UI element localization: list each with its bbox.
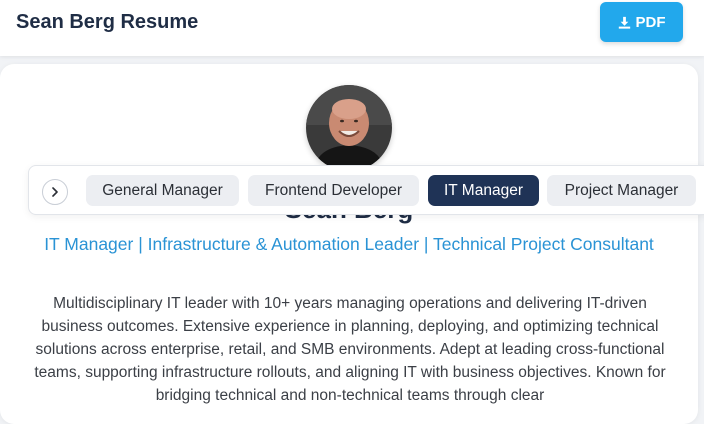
role-chip-general-manager[interactable]: General Manager [86, 175, 239, 206]
top-bar: Sean Berg Resume PDF [0, 0, 704, 56]
download-pdf-button[interactable]: PDF [600, 2, 683, 42]
profile-summary: Multidisciplinary IT leader with 10+ yea… [34, 295, 666, 404]
scroll-roles-button[interactable] [42, 179, 68, 205]
chevron-right-icon [52, 187, 58, 197]
download-icon [618, 16, 630, 29]
profile-photo [306, 85, 392, 171]
pdf-button-label: PDF [635, 13, 666, 31]
role-selector: General Manager Frontend Developer IT Ma… [28, 165, 704, 215]
page-title: Sean Berg Resume [16, 11, 199, 33]
profile-headline: IT Manager | Infrastructure & Automation… [44, 234, 654, 254]
role-chip-project-manager[interactable]: Project Manager [547, 175, 696, 206]
role-chip-it-manager[interactable]: IT Manager [428, 175, 539, 206]
role-chip-frontend-developer[interactable]: Frontend Developer [248, 175, 419, 206]
